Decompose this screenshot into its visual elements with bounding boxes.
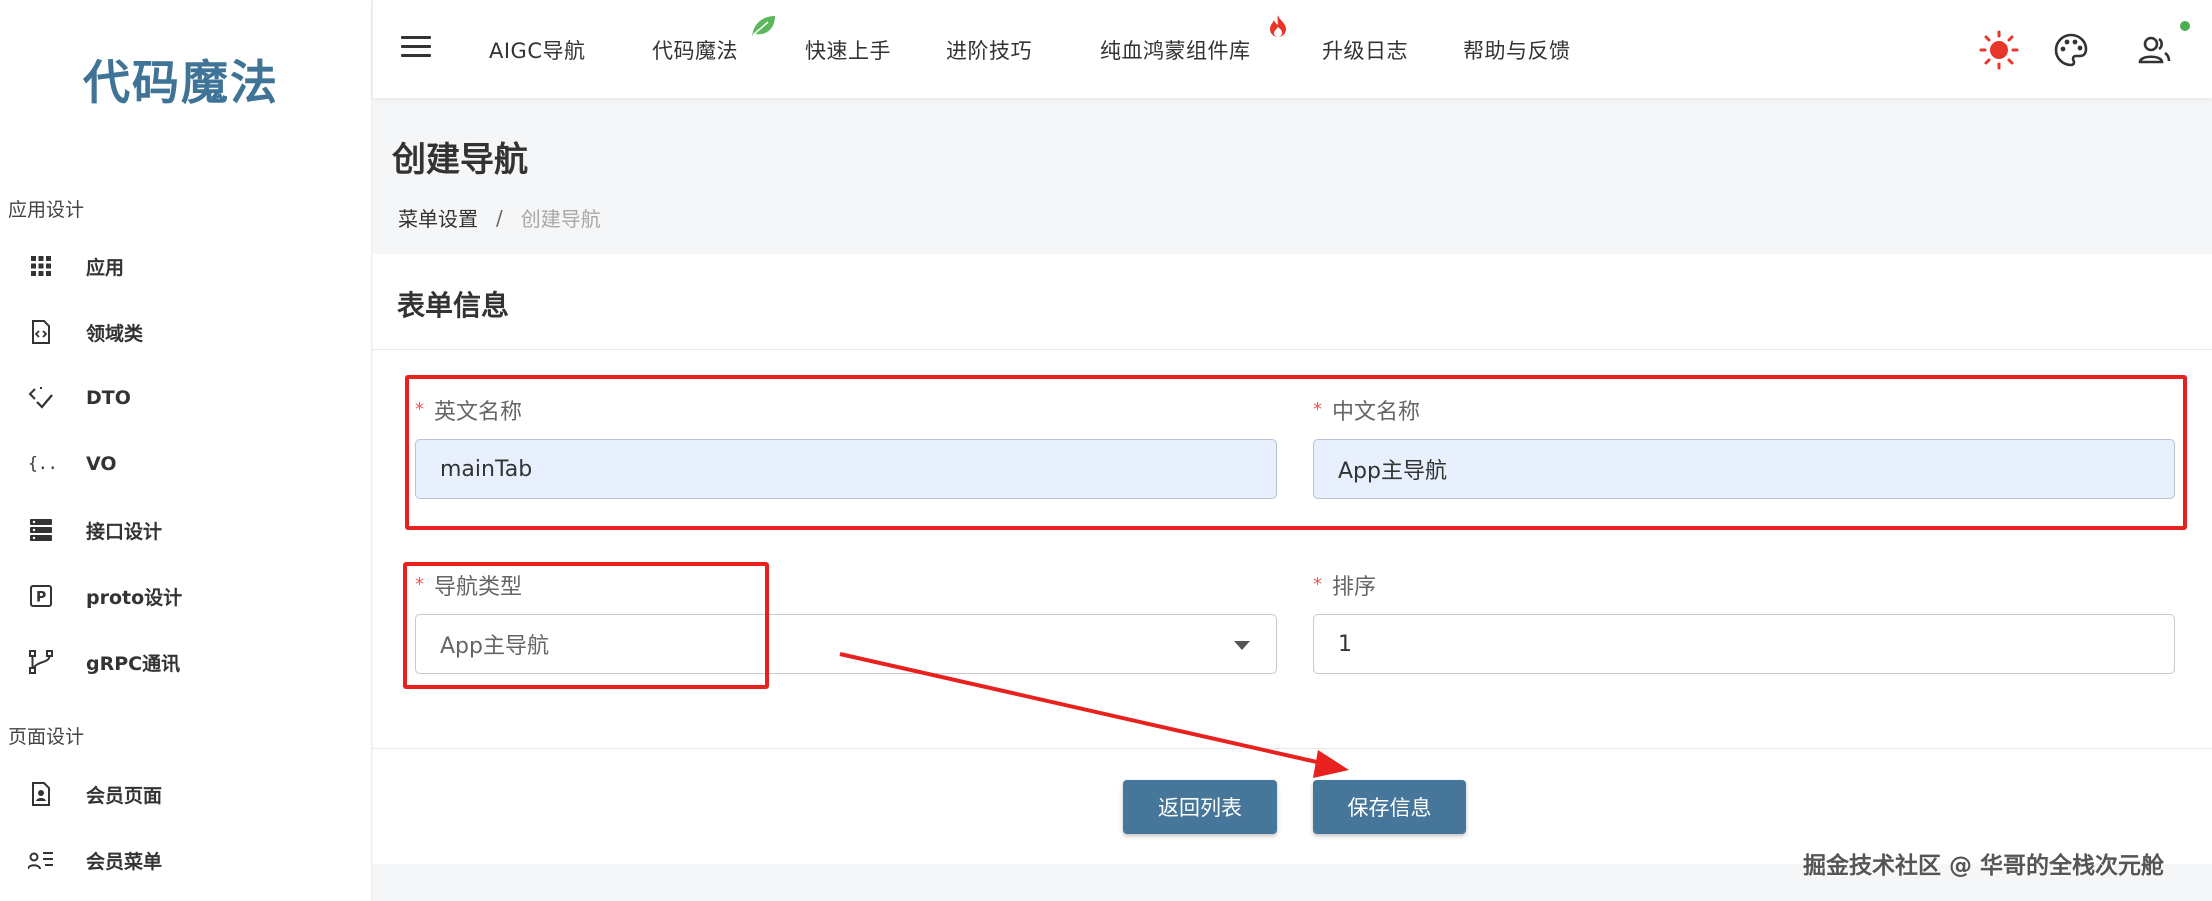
annotation-highlight-box <box>405 375 2187 530</box>
back-to-list-button[interactable]: 返回列表 <box>1123 780 1277 834</box>
grid-icon <box>28 253 54 279</box>
section-title-app-design: 应用设计 <box>8 199 85 221</box>
sidebar-item-member-menu[interactable]: 会员菜单 <box>0 832 372 888</box>
breadcrumb: 菜单设置 / 创建导航 <box>398 203 601 232</box>
form-title: 表单信息 <box>397 289 510 322</box>
svg-text:P: P <box>36 590 46 606</box>
sidebar-item-label: 会员页面 <box>86 784 163 807</box>
sidebar-item-label: gRPC通讯 <box>86 652 181 675</box>
form-card: 表单信息 * 英文名称 mainTab * 中文名称 App主导航 * 导航类型 Ap… <box>373 254 2212 864</box>
code-check-icon <box>28 385 54 411</box>
save-button[interactable]: 保存信息 <box>1313 780 1466 834</box>
branch-icon <box>28 649 54 675</box>
palette-icon[interactable] <box>2051 30 2091 70</box>
sidebar-item-domain-class[interactable]: 领域类 <box>0 304 372 360</box>
sidebar-item-member-page[interactable]: 会员页面 <box>0 766 372 822</box>
required-mark: * <box>1313 574 1322 595</box>
user-list-icon <box>28 847 54 873</box>
top-nav-changelog[interactable]: 升级日志 <box>1322 35 1408 65</box>
annotation-highlight-box <box>403 562 769 689</box>
top-nav-aigc[interactable]: AIGC导航 <box>489 35 586 65</box>
users-icon[interactable] <box>2135 30 2175 70</box>
leaf-icon <box>750 14 776 42</box>
sun-icon[interactable] <box>1979 30 2019 70</box>
sidebar-item-label: DTO <box>86 387 131 409</box>
divider <box>373 748 2212 749</box>
breadcrumb-separator: / <box>496 205 503 230</box>
sidebar-item-label: 会员菜单 <box>86 850 163 873</box>
svg-text:{..}: {..} <box>28 454 54 473</box>
online-status-dot <box>2180 21 2190 31</box>
sort-label: * 排序 <box>1313 569 1376 601</box>
sidebar-item-grpc[interactable]: gRPC通讯 <box>0 634 372 690</box>
file-code-icon <box>28 319 54 345</box>
sidebar-item-dto[interactable]: DTO <box>0 370 372 426</box>
watermark: 掘金技术社区 @ 华哥的全栈次元舱 <box>1803 853 2165 879</box>
fire-icon <box>1269 14 1287 42</box>
section-title-page-design: 页面设计 <box>8 726 85 748</box>
sidebar-item-proto-design[interactable]: P proto设计 <box>0 568 372 624</box>
top-nav-harmony-components[interactable]: 纯血鸿蒙组件库 <box>1100 35 1251 65</box>
app-logo[interactable]: 代码魔法 <box>0 44 362 113</box>
dropdown-arrow-icon <box>1234 641 1250 650</box>
server-icon <box>28 517 54 543</box>
file-user-icon <box>28 781 54 807</box>
hamburger-icon[interactable] <box>401 36 431 62</box>
breadcrumb-current: 创建导航 <box>520 207 601 231</box>
sidebar-item-vo[interactable]: {..} VO <box>0 436 372 492</box>
top-nav-quick-start[interactable]: 快速上手 <box>805 35 891 65</box>
sidebar-item-label: 接口设计 <box>86 520 163 543</box>
divider <box>373 349 2212 350</box>
braces-icon: {..} <box>28 451 54 477</box>
sidebar-item-label: proto设计 <box>86 586 183 609</box>
sidebar-item-app[interactable]: 应用 <box>0 238 372 294</box>
top-nav-advanced-tips[interactable]: 进阶技巧 <box>946 35 1032 65</box>
sidebar-item-label: VO <box>86 453 117 475</box>
sidebar-item-label: 应用 <box>86 256 125 279</box>
top-nav-help-feedback[interactable]: 帮助与反馈 <box>1463 35 1571 65</box>
top-nav-code-magic[interactable]: 代码魔法 <box>652 35 738 65</box>
sidebar-item-api-design[interactable]: 接口设计 <box>0 502 372 558</box>
page-title: 创建导航 <box>392 140 528 180</box>
sidebar-item-label: 领域类 <box>86 322 144 345</box>
sort-input[interactable]: 1 <box>1313 614 2175 674</box>
breadcrumb-parent[interactable]: 菜单设置 <box>398 203 478 232</box>
sort-label-text: 排序 <box>1332 575 1377 600</box>
letter-p-icon: P <box>28 583 54 609</box>
top-navbar: AIGC导航 代码魔法 快速上手 进阶技巧 纯血鸿蒙组件库 升级日志 帮助与反馈 <box>373 0 2212 98</box>
sidebar: 代码魔法 应用设计 应用 领域类 DTO {..} VO <box>0 0 372 901</box>
